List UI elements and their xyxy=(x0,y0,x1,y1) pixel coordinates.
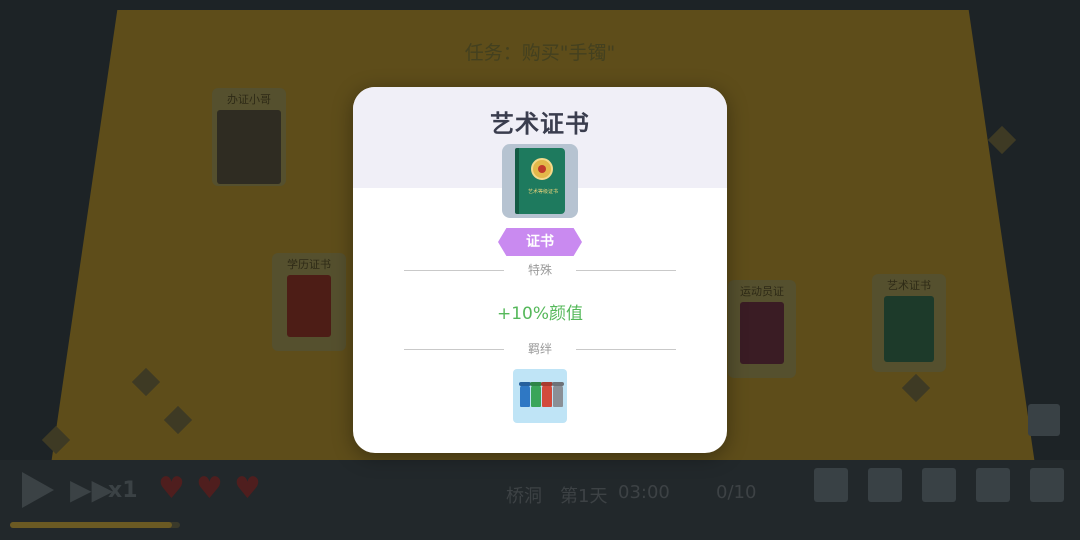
shelf-item-clerk[interactable]: 办证小哥 xyxy=(212,88,286,186)
exit-icon[interactable] xyxy=(1030,468,1064,502)
computer-icon[interactable] xyxy=(814,468,848,502)
item-category-tag: 证书 xyxy=(498,228,582,256)
decor-diamond xyxy=(987,125,1017,155)
bond-divider: 羁绊 xyxy=(404,342,676,356)
heart-icon: ♥ xyxy=(234,471,261,506)
divider-line xyxy=(576,349,676,350)
shelf-item-label: 艺术证书 xyxy=(887,279,931,292)
shelf-item-label: 办证小哥 xyxy=(227,93,271,106)
book-icon[interactable] xyxy=(976,468,1010,502)
map-icon[interactable] xyxy=(922,468,956,502)
gray-bin xyxy=(553,385,563,407)
inventory-count: 0/10 xyxy=(716,482,757,503)
shelf-item-label: 学历证书 xyxy=(287,258,331,271)
clerk-portrait xyxy=(217,110,281,184)
shelf-item-diploma[interactable]: 学历证书 xyxy=(272,253,346,351)
divider-line xyxy=(576,270,676,271)
clipboard-icon[interactable] xyxy=(1028,404,1060,436)
special-divider: 特殊 xyxy=(404,263,676,277)
athlete-card-icon xyxy=(740,302,784,364)
blue-bin xyxy=(520,385,530,407)
green-bin xyxy=(531,385,541,407)
fast-forward-icon[interactable]: ▶▶ xyxy=(70,476,113,504)
diploma-book-icon xyxy=(287,275,331,337)
art-certificate-icon xyxy=(884,296,934,362)
red-bin xyxy=(542,385,552,407)
item-effect: +10%颜值 xyxy=(496,304,584,324)
book-cover-text: 艺术等级证书 xyxy=(527,189,558,195)
task-text: 任务：购买"手镯" xyxy=(464,42,616,64)
shelf-item-athlete-card[interactable]: 运动员证 xyxy=(728,280,796,378)
time-label: 03:00 xyxy=(618,482,670,503)
layers-icon[interactable] xyxy=(868,468,902,502)
modal-title: 艺术证书 xyxy=(490,110,590,138)
time-progress-bar xyxy=(10,522,180,528)
play-icon[interactable] xyxy=(22,472,54,508)
time-progress-fill xyxy=(10,522,172,528)
trash-bins-icon[interactable] xyxy=(513,369,567,423)
bottom-hud: ▶▶ x1 ♥ ♥ ♥ 桥洞 第1天 03:00 0/10 xyxy=(0,462,1080,522)
item-detail-modal[interactable]: 艺术证书 艺术等级证书 证书 特殊 +10%颜值 羁绊 xyxy=(353,87,727,453)
shelf-item-label: 运动员证 xyxy=(740,285,784,298)
heart-icon: ♥ xyxy=(196,471,223,506)
national-emblem-icon xyxy=(531,158,553,180)
shelf-item-art-certificate[interactable]: 艺术证书 xyxy=(872,274,946,372)
location-label: 桥洞 xyxy=(506,486,542,507)
heart-icon: ♥ xyxy=(158,471,185,506)
item-image-frame: 艺术等级证书 xyxy=(502,144,578,218)
speed-label: x1 xyxy=(108,478,138,503)
day-label: 第1天 xyxy=(560,486,608,507)
green-certificate-book-icon: 艺术等级证书 xyxy=(515,148,565,214)
